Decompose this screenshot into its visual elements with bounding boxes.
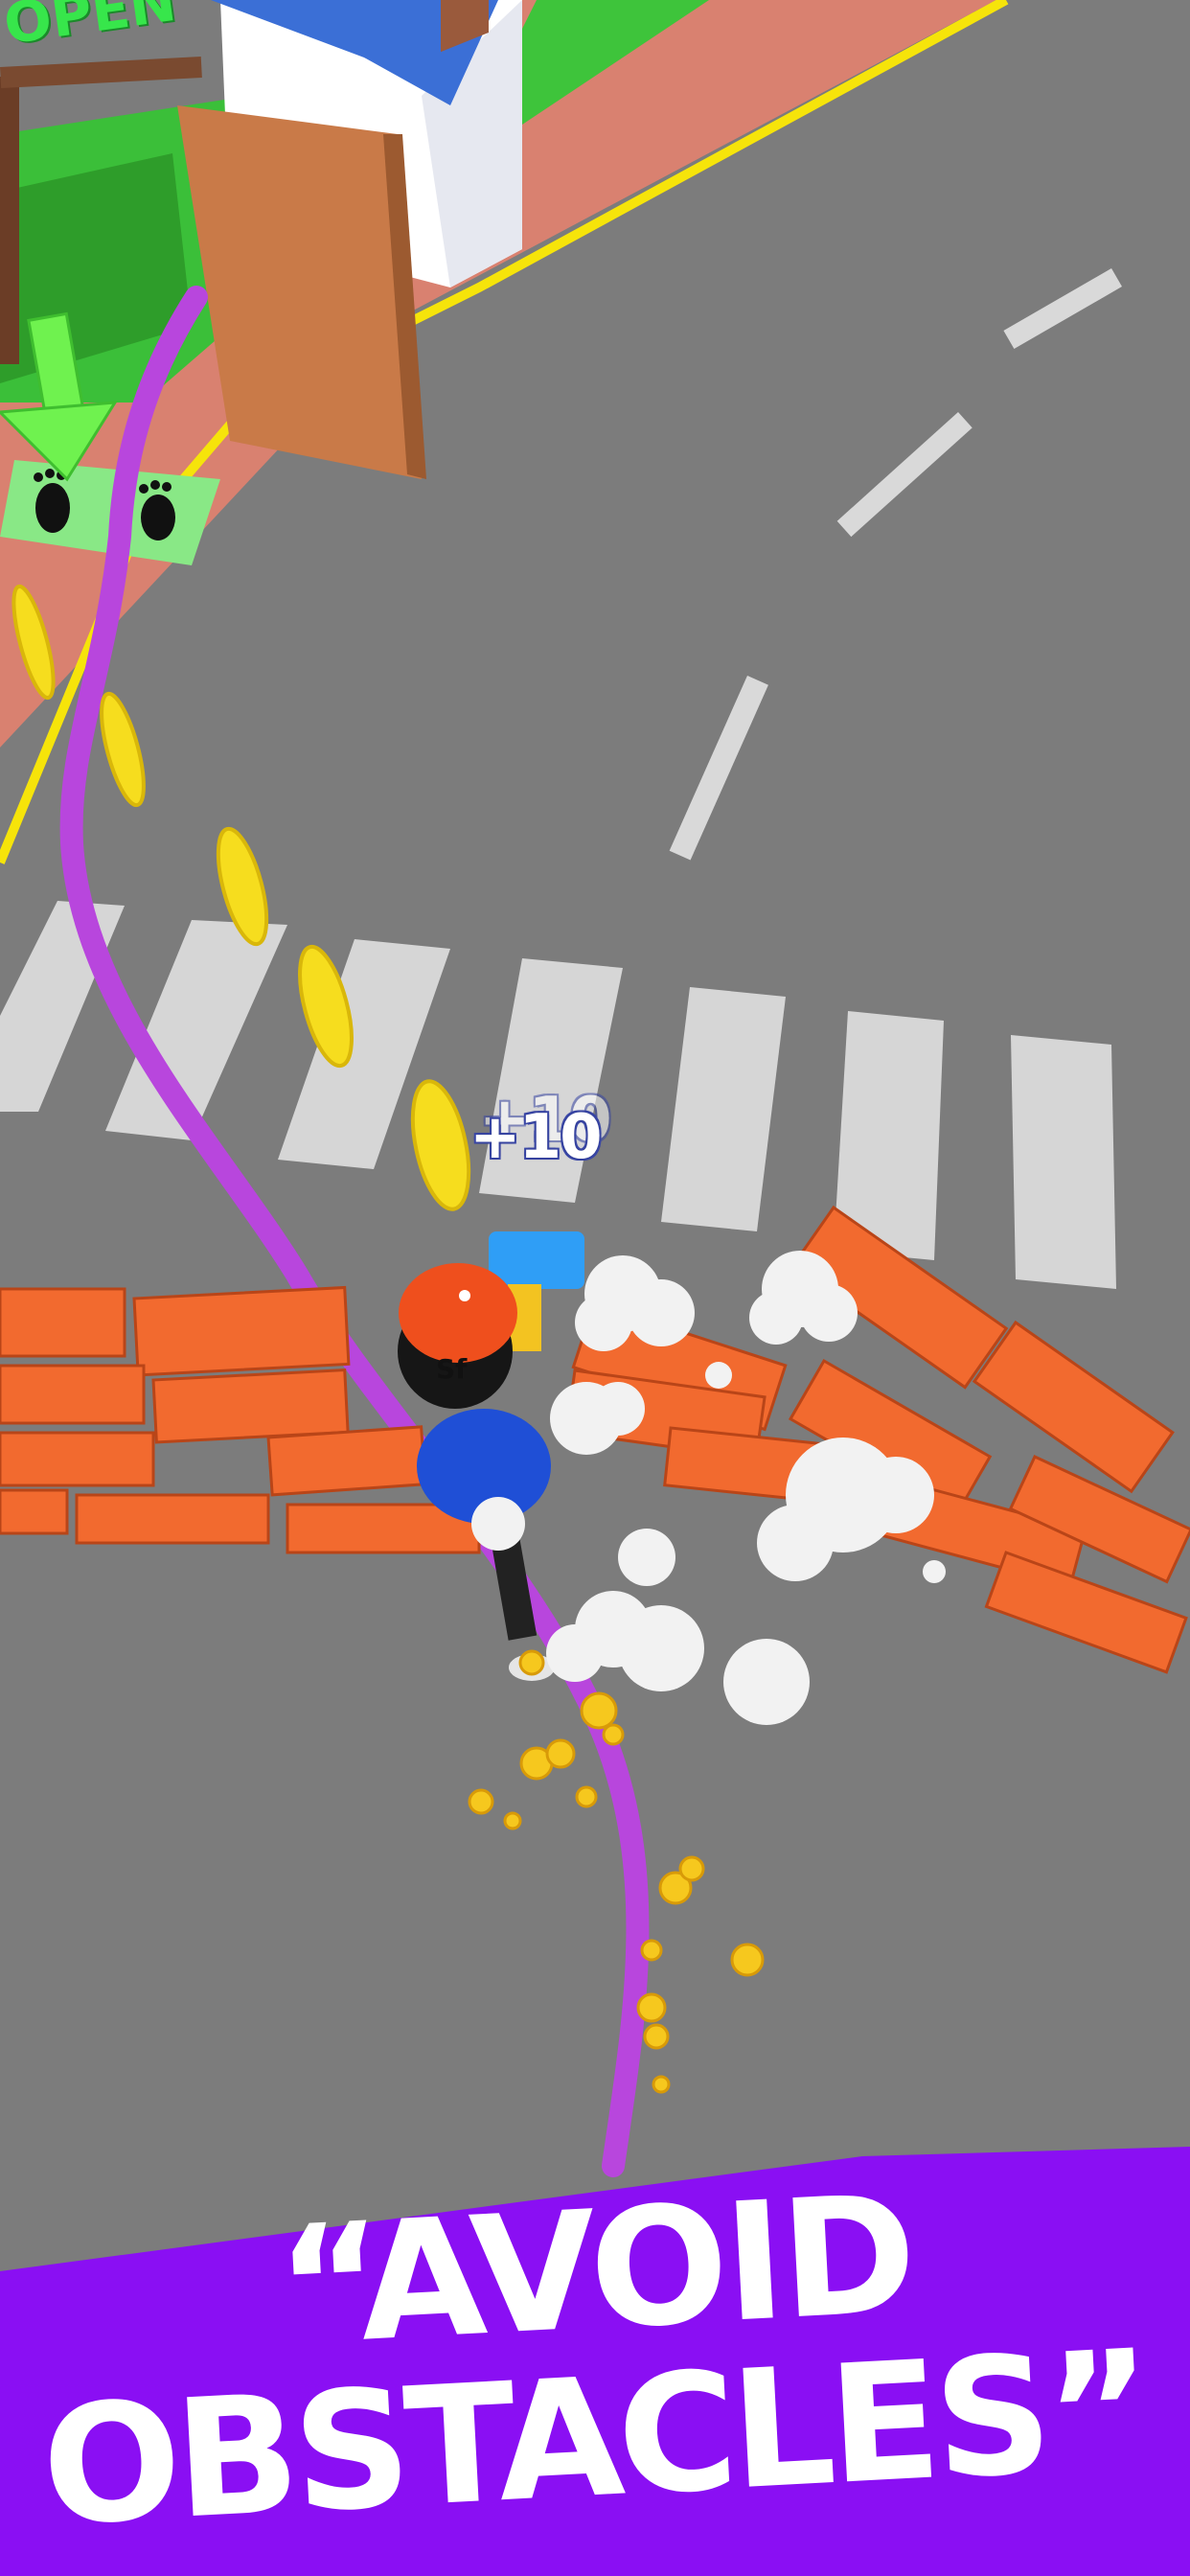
blue-block (489, 1231, 584, 1289)
shop-sign-text: OPEN (0, 0, 180, 58)
svg-text:Sf: Sf (436, 1353, 468, 1385)
shop-frame-post (0, 77, 19, 364)
shop-sign: OPEN (0, 0, 180, 58)
score-popup: +10 (469, 1102, 603, 1173)
